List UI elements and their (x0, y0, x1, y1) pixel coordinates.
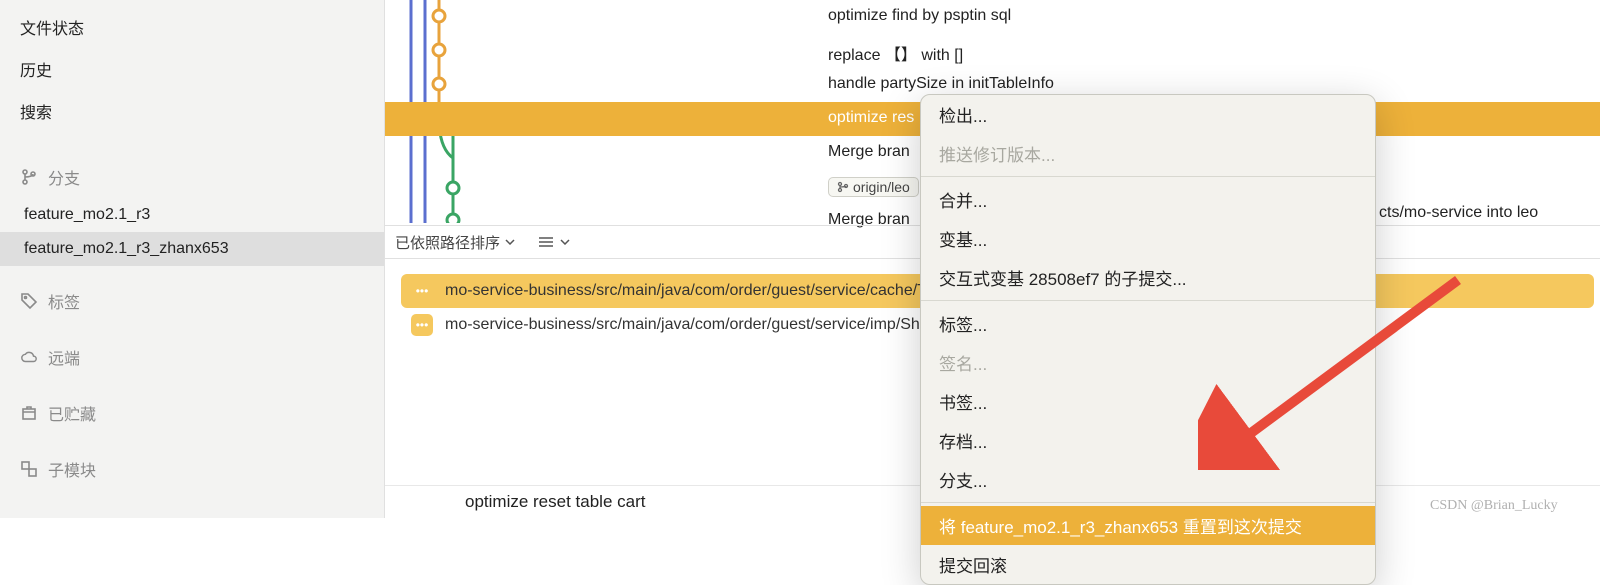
sidebar-file-status[interactable]: 文件状态 (0, 6, 384, 48)
stashes-label: 已贮藏 (48, 401, 96, 425)
sidebar-section-stashes[interactable]: 已贮藏 (0, 392, 384, 434)
branches-label: 分支 (48, 165, 80, 189)
chevron-down-icon (505, 239, 515, 245)
menu-interactive-rebase[interactable]: 交互式变基 28508ef7 的子提交... (921, 258, 1375, 297)
menu-separator (921, 176, 1375, 177)
commit-row[interactable]: optimize find by psptin sql (385, 0, 1600, 34)
sort-dropdown[interactable]: 已依照路径排序 (395, 232, 515, 253)
tag-icon (20, 292, 38, 310)
cloud-icon (20, 348, 38, 366)
menu-push-revision: 推送修订版本... (921, 134, 1375, 173)
menu-reset-to-commit[interactable]: 将 feature_mo2.1_r3_zhanx653 重置到这次提交 (921, 506, 1375, 545)
commit-msg-tail: cts/mo-service into leo (1379, 204, 1538, 222)
menu-bookmark[interactable]: 书签... (921, 382, 1375, 421)
tags-label: 标签 (48, 289, 80, 313)
modified-icon: ••• (411, 314, 433, 336)
sidebar-branch-item-active[interactable]: feature_mo2.1_r3_zhanx653 (0, 232, 384, 266)
context-menu: 检出... 推送修订版本... 合并... 变基... 交互式变基 28508e… (920, 94, 1376, 585)
menu-merge[interactable]: 合并... (921, 180, 1375, 219)
sidebar-branch-item[interactable]: feature_mo2.1_r3 (0, 198, 384, 232)
menu-branch[interactable]: 分支... (921, 460, 1375, 499)
branch-icon (20, 168, 38, 186)
view-options[interactable] (537, 235, 570, 249)
chevron-down-icon (560, 239, 570, 245)
branch-tag: origin/leo (828, 177, 919, 197)
submodule-icon (20, 460, 38, 478)
sidebar-search[interactable]: 搜索 (0, 90, 384, 132)
submodules-label: 子模块 (48, 457, 96, 481)
menu-separator (921, 502, 1375, 503)
modified-icon: ••• (411, 280, 433, 302)
commit-row[interactable]: replace 【】 with [] (385, 34, 1600, 68)
sidebar-section-submodules[interactable]: 子模块 (0, 448, 384, 490)
menu-tag[interactable]: 标签... (921, 304, 1375, 343)
sidebar-section-tags[interactable]: 标签 (0, 280, 384, 322)
menu-sign: 签名... (921, 343, 1375, 382)
sidebar-history[interactable]: 历史 (0, 48, 384, 90)
stash-icon (20, 404, 38, 422)
menu-checkout[interactable]: 检出... (921, 95, 1375, 134)
menu-archive[interactable]: 存档... (921, 421, 1375, 460)
menu-separator (921, 300, 1375, 301)
sidebar: 文件状态 历史 搜索 分支 feature_mo2.1_r3 feature_m… (0, 0, 385, 518)
sidebar-section-remotes[interactable]: 远端 (0, 336, 384, 378)
watermark: CSDN @Brian_Lucky (1430, 498, 1558, 514)
remotes-label: 远端 (48, 345, 80, 369)
list-icon (537, 235, 555, 249)
sidebar-section-branches[interactable]: 分支 (0, 156, 384, 198)
menu-rebase[interactable]: 变基... (921, 219, 1375, 258)
menu-revert[interactable]: 提交回滚 (921, 545, 1375, 584)
